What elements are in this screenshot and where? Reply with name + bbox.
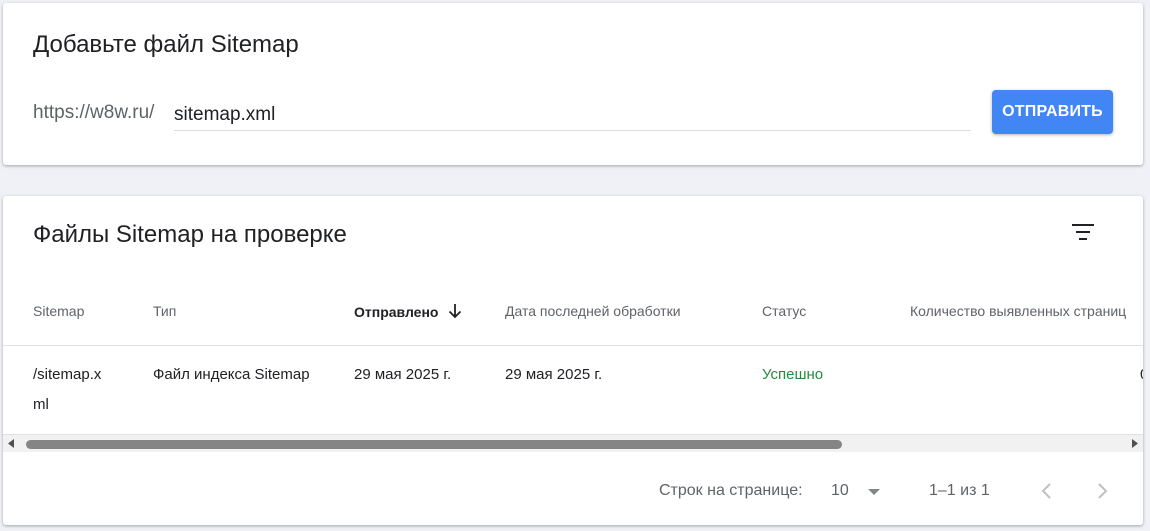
submit-button[interactable]: ОТПРАВИТЬ — [992, 90, 1113, 134]
column-header-status[interactable]: Статус — [762, 303, 806, 319]
cell-submitted: 29 мая 2025 г. — [354, 366, 452, 383]
submitted-sitemaps-card: Файлы Sitemap на проверке Sitemap Тип От… — [3, 196, 1143, 525]
cell-sitemap-line1: /sitemap.x — [33, 366, 102, 383]
pagination-range: 1–1 из 1 — [929, 482, 990, 499]
cell-discovered: 0 — [1140, 366, 1143, 383]
filter-icon — [1072, 224, 1094, 240]
url-prefix: https://w8w.ru/ — [33, 102, 155, 123]
sitemaps-table: Sitemap Тип Отправлено Дата последней об… — [3, 276, 1143, 435]
column-header-discovered[interactable]: Количество выявленных страниц — [910, 303, 1126, 319]
column-header-sitemap[interactable]: Sitemap — [33, 303, 84, 319]
add-sitemap-card: Добавьте файл Sitemap https://w8w.ru/ ОТ… — [3, 3, 1143, 165]
scroll-left-button[interactable] — [3, 435, 20, 452]
column-header-submitted[interactable]: Отправлено — [354, 303, 462, 320]
cell-sitemap-line2: ml — [33, 396, 49, 413]
cell-sitemap: /sitemap.x ml — [33, 360, 101, 420]
scroll-left-icon — [8, 439, 14, 448]
rows-per-page-select[interactable]: 10 — [828, 477, 888, 505]
column-header-type[interactable]: Тип — [153, 303, 176, 319]
scroll-right-button[interactable] — [1126, 435, 1143, 452]
next-page-button[interactable] — [1089, 478, 1115, 504]
column-header-submitted-label: Отправлено — [354, 304, 439, 320]
sitemap-url-input[interactable] — [174, 100, 971, 131]
chevron-left-icon — [1041, 483, 1051, 499]
header-divider — [3, 345, 1143, 346]
scroll-right-icon — [1132, 439, 1138, 448]
rows-per-page-value: 10 — [831, 482, 849, 499]
cell-status: Успешно — [762, 366, 824, 383]
submitted-sitemaps-title: Файлы Sitemap на проверке — [33, 221, 347, 248]
scrollbar-thumb[interactable] — [26, 440, 842, 449]
horizontal-scrollbar[interactable] — [3, 435, 1143, 452]
filter-button[interactable] — [1066, 218, 1098, 246]
cell-type: Файл индекса Sitemap — [153, 366, 310, 383]
cell-last-read: 29 мая 2025 г. — [505, 366, 603, 383]
add-sitemap-title: Добавьте файл Sitemap — [33, 31, 299, 58]
sort-arrow-down-icon — [449, 304, 462, 319]
rows-per-page-label: Строк на странице: — [659, 482, 803, 499]
chevron-right-icon — [1098, 483, 1108, 499]
column-header-last-read[interactable]: Дата последней обработки — [505, 303, 681, 319]
chevron-down-icon — [868, 489, 880, 495]
previous-page-button[interactable] — [1034, 478, 1060, 504]
